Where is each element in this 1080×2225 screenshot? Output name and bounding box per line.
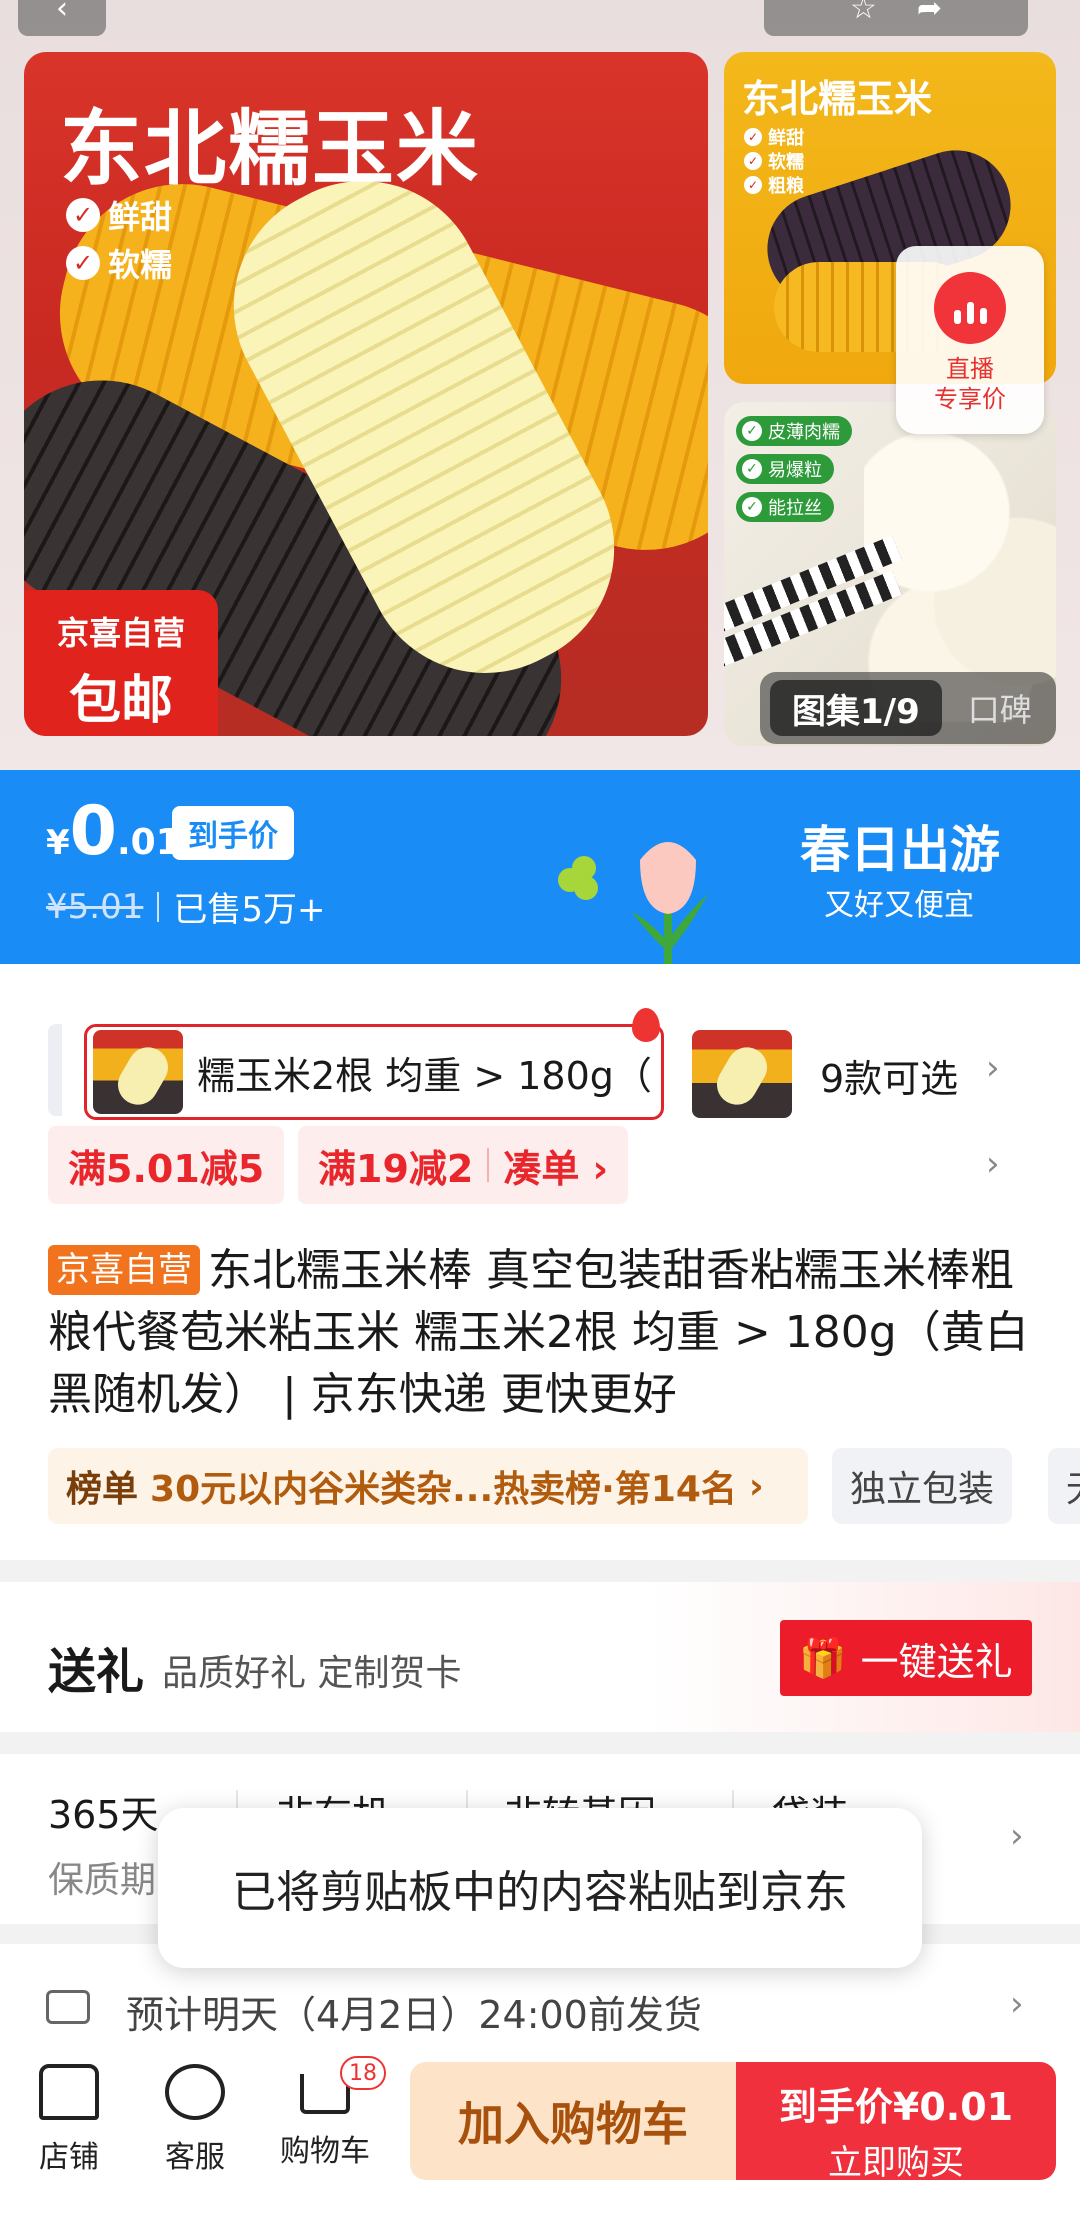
check-icon: ✓: [744, 176, 762, 194]
gift-subtitle: 品质好礼 定制贺卡: [162, 1653, 462, 1694]
delivery-estimate: 预计明天（4月2日）24:00前发货: [126, 1993, 702, 2037]
delivery-truck-icon: [46, 1990, 90, 2024]
clipboard-toast: 已将剪贴板中的内容粘贴到京东: [158, 1808, 922, 1968]
spec-count[interactable]: 9款可选: [820, 1048, 958, 1103]
final-price-pill: 到手价: [172, 806, 294, 860]
product-info-section: 糯玉米2根 均重 > 180g（ 9款可选 › 满5.01减5 满19减2 凑单 …: [0, 964, 1080, 1560]
spring-campaign-title: 春日出游: [800, 821, 1000, 879]
gift-title: 送礼: [48, 1644, 145, 1700]
spec-thumbnail: [93, 1030, 183, 1114]
chevron-right-icon[interactable]: ›: [986, 1144, 1000, 1184]
live-icon: [934, 272, 1006, 344]
exclusive-price-label: 专享价: [934, 385, 1006, 413]
image-gallery[interactable]: ‹ ☆ ➦ 东北糯玉米 ✓ 鲜甜 ✓ 软糯 京喜自营 包邮 东北糯玉米 ✓ 鲜甜 ✓ 软…: [0, 0, 1080, 770]
top-action-buttons: ☆ ➦: [764, 0, 1028, 36]
main-product-image[interactable]: 东北糯玉米 ✓ 鲜甜 ✓ 软糯 京喜自营 包邮: [24, 52, 708, 736]
one-click-gift-button[interactable]: 🎁 一键送礼: [780, 1620, 1032, 1696]
gift-box-icon: 🎁: [799, 1635, 847, 1680]
feature-tag-more: 无: [1048, 1448, 1080, 1524]
feature-tag-3: ✓ 能拉丝: [736, 492, 834, 522]
side-check-3: ✓ 粗粮: [744, 172, 804, 198]
price-banner: ¥0.01 到手价 ¥5.01 已售5万+ 春日出游 又好又便宜: [0, 770, 1080, 964]
cart-button[interactable]: 18 购物车: [270, 2056, 386, 2170]
buy-price-label: 到手价¥0.01: [778, 2085, 1014, 2129]
spec-selector[interactable]: 糯玉米2根 均重 > 180g（ 9款可选 ›: [0, 994, 1080, 1120]
add-to-cart-button[interactable]: 加入购物车: [410, 2062, 736, 2180]
rank-row: 榜单 30元以内谷米类杂...热卖榜·第14名 › 独立包装 无: [0, 1448, 1080, 1528]
divider: [487, 1148, 490, 1182]
cart-count-badge: 18: [340, 2056, 386, 2090]
flower-decoration-icon: [558, 842, 708, 964]
divider: [157, 891, 160, 922]
buy-now-button[interactable]: 到手价¥0.01 立即购买: [736, 2062, 1056, 2183]
review-tab[interactable]: 口碑: [968, 685, 1032, 731]
chevron-right-icon: ›: [748, 1465, 764, 1507]
sold-count: 已售5万+: [173, 890, 326, 930]
promo-2-label: 满19减2: [318, 1146, 474, 1191]
bottom-action-bar: 店铺 客服 18 购物车 加入购物车 到手价¥0.01 立即购买: [0, 2034, 1080, 2225]
chevron-right-icon[interactable]: ›: [1010, 1984, 1024, 2024]
param-shelf-life: 365天 保质期: [48, 1793, 159, 1901]
check-icon: ✓: [744, 152, 762, 170]
check-icon: ✓: [742, 421, 762, 441]
chevron-right-icon[interactable]: ›: [1010, 1816, 1024, 1856]
share-icon[interactable]: ➦: [917, 0, 942, 26]
check-icon: ✓: [742, 497, 762, 517]
price-meta: ¥5.01 已售5万+: [46, 882, 325, 931]
favorite-star-icon[interactable]: ☆: [850, 0, 877, 26]
gallery-counter-tab[interactable]: 图集1/9: [770, 680, 942, 736]
side-image-title: 东北糯玉米: [742, 77, 933, 121]
original-price: ¥5.01: [46, 886, 144, 927]
ranking-text: 30元以内谷米类杂...热卖榜·第14名: [150, 1469, 737, 1510]
final-price: ¥0.01: [46, 792, 181, 871]
spec-option-label: 糯玉米2根 均重 > 180g（: [197, 1053, 652, 1098]
check-icon: ✓: [744, 128, 762, 146]
service-label: 客服: [165, 2140, 225, 2175]
customer-service-icon: [165, 2064, 225, 2120]
spec-option-prev[interactable]: [48, 1024, 62, 1116]
ranking-badge[interactable]: 榜单 30元以内谷米类杂...热卖榜·第14名 ›: [48, 1448, 808, 1524]
promo-coupon-2[interactable]: 满19减2 凑单 ›: [298, 1126, 629, 1204]
shopping-cart-icon: 18: [300, 2056, 386, 2114]
buy-now-label: 立即购买: [828, 2143, 964, 2183]
store-button[interactable]: 店铺: [14, 2064, 124, 2176]
check-icon: ✓: [66, 198, 100, 232]
jingxi-self-operated-tag: 京喜自营: [48, 1245, 200, 1295]
customer-service-button[interactable]: 客服: [140, 2064, 250, 2176]
feature-tag-independent-pack: 独立包装: [832, 1448, 1013, 1524]
back-button[interactable]: ‹: [18, 0, 106, 36]
store-icon: [39, 2064, 99, 2120]
main-check-2: ✓ 软糯: [66, 240, 172, 286]
chevron-right-icon[interactable]: ›: [986, 1048, 1000, 1088]
back-arrow-icon: ‹: [56, 0, 68, 26]
side-check-2: ✓ 软糯: [744, 148, 804, 174]
check-icon: ✓: [742, 459, 762, 479]
promotion-row[interactable]: 满5.01减5 满19减2 凑单 › ›: [0, 1126, 1080, 1204]
hot-flame-icon: [632, 1008, 660, 1042]
spring-campaign-subtitle: 又好又便宜: [824, 888, 974, 923]
gallery-tab-bar: 图集1/9 口碑: [760, 672, 1056, 744]
add-on-link[interactable]: 凑单 ›: [503, 1138, 608, 1193]
check-icon: ✓: [66, 246, 100, 280]
gift-section: 送礼 品质好礼 定制贺卡 🎁 一键送礼: [0, 1582, 1080, 1732]
main-image-title: 东北糯玉米: [60, 102, 481, 197]
main-check-1: ✓ 鲜甜: [66, 192, 172, 238]
promo-coupon-1[interactable]: 满5.01减5: [48, 1126, 285, 1204]
ranking-label: 榜单: [66, 1469, 139, 1510]
jingxi-badge: 京喜自营 包邮: [24, 590, 218, 736]
live-exclusive-price-card[interactable]: 直播 专享价: [896, 246, 1044, 434]
cart-label: 购物车: [280, 2134, 370, 2169]
side-check-1: ✓ 鲜甜: [744, 124, 804, 150]
feature-tag-2: ✓ 易爆粒: [736, 454, 834, 484]
store-label: 店铺: [39, 2140, 99, 2175]
product-title: 京喜自营 东北糯玉米棒 真空包装甜香粘糯玉米棒粗粮代餐苞米粘玉米 糯玉米2根 均重…: [48, 1240, 1038, 1426]
live-label: 直播: [946, 355, 994, 383]
spec-option-selected[interactable]: 糯玉米2根 均重 > 180g（: [84, 1024, 664, 1120]
feature-tag-1: ✓ 皮薄肉糯: [736, 416, 852, 446]
spec-option-next-thumbnail[interactable]: [692, 1030, 792, 1118]
